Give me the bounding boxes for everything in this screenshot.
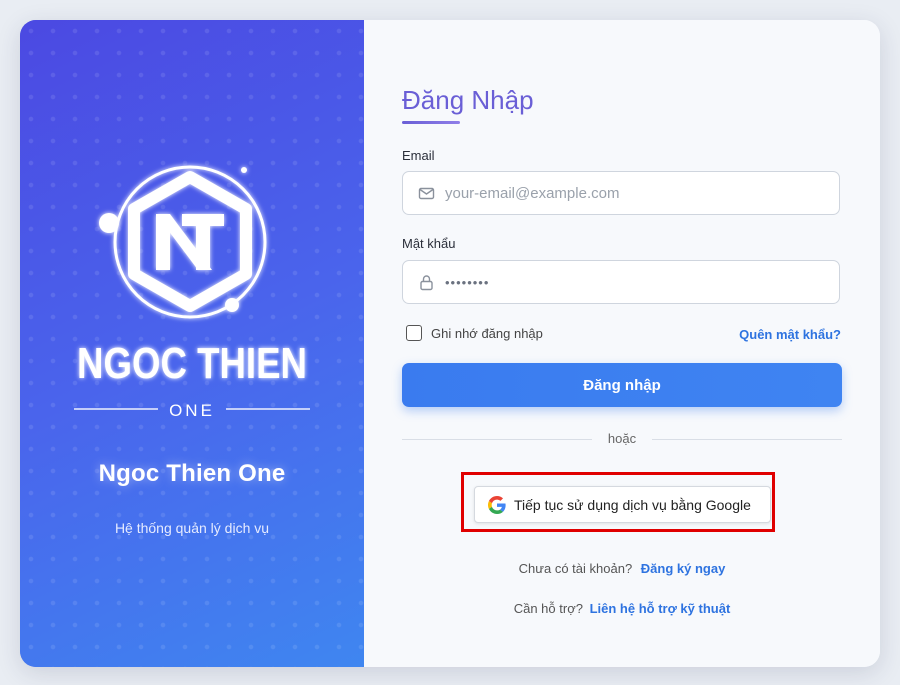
divider-line-right — [652, 439, 842, 440]
password-field-wrapper[interactable]: •••••••• — [402, 260, 840, 304]
page-title: Đăng Nhập — [402, 85, 534, 115]
google-signin-button[interactable]: Tiếp tục sử dụng dịch vụ bằng Google — [474, 486, 771, 523]
logo-wordmark: NGOC THIEN — [77, 339, 307, 388]
signup-row: Chưa có tài khoản? Đăng ký ngay — [364, 561, 880, 576]
brand-panel: NGOC THIEN ONE Ngoc Thien One Hệ thống q… — [20, 20, 364, 667]
login-button[interactable]: Đăng nhập — [402, 363, 842, 407]
or-divider: hoặc — [402, 431, 842, 446]
password-input[interactable]: •••••••• — [445, 275, 489, 290]
email-label: Email — [402, 148, 435, 163]
support-row: Cần hỗ trợ? Liên hệ hỗ trợ kỹ thuật — [364, 601, 880, 616]
forgot-password-link[interactable]: Quên mật khẩu? — [739, 327, 841, 342]
email-input[interactable] — [443, 177, 839, 209]
title-underline — [402, 121, 460, 124]
lock-icon — [417, 273, 435, 291]
login-card: NGOC THIEN ONE Ngoc Thien One Hệ thống q… — [20, 20, 880, 667]
brand-logo: NGOC THIEN ONE — [74, 165, 310, 420]
password-label: Mật khẩu — [402, 236, 456, 251]
remember-checkbox[interactable] — [406, 325, 422, 341]
signup-link[interactable]: Đăng ký ngay — [641, 561, 726, 576]
brand-tagline: Hệ thống quản lý dịch vụ — [114, 520, 270, 536]
google-logo-icon — [488, 495, 506, 514]
logo-subword: ONE — [169, 401, 215, 420]
remember-label: Ghi nhớ đăng nhập — [431, 325, 543, 341]
email-field-wrapper[interactable] — [402, 171, 840, 215]
brand-name: Ngoc Thien One — [98, 460, 286, 487]
google-signin-label: Tiếp tục sử dụng dịch vụ bằng Google — [514, 496, 751, 513]
no-account-text: Chưa có tài khoản? — [518, 561, 633, 576]
support-link[interactable]: Liên hệ hỗ trợ kỹ thuật — [590, 601, 731, 616]
envelope-icon — [417, 184, 435, 202]
remember-me[interactable]: Ghi nhớ đăng nhập — [406, 325, 543, 341]
login-panel: Đăng Nhập Email Mật khẩu •••••••• Ghi nh… — [364, 20, 880, 667]
support-text: Cần hỗ trợ? — [513, 601, 583, 616]
